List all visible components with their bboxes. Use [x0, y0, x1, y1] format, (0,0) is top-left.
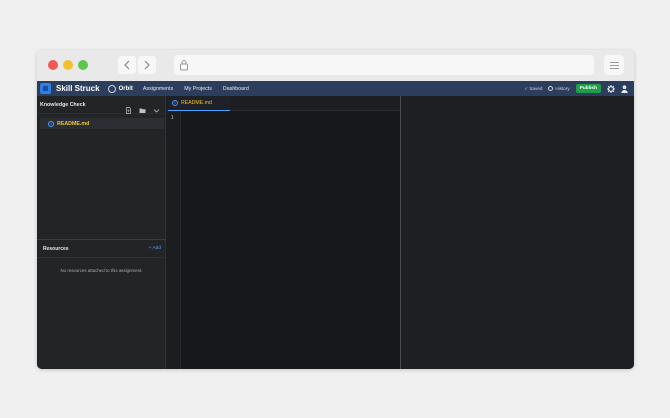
main-nav: Assignments My Projects Dashboard	[143, 86, 260, 92]
orbit-label: Orbit	[118, 85, 133, 92]
new-file-icon[interactable]	[125, 101, 132, 114]
orbit-product[interactable]: Orbit	[107, 84, 133, 93]
saved-label: Saved	[529, 85, 543, 91]
workspace: Knowledge Check i README.md Resources + …	[37, 96, 634, 369]
info-icon: i	[48, 120, 54, 127]
file-item-readme[interactable]: i README.md	[40, 118, 164, 129]
info-icon: i	[172, 100, 178, 106]
history-label: History	[555, 86, 570, 91]
file-name: README.md	[57, 120, 90, 127]
nav-assignments[interactable]: Assignments	[143, 86, 173, 92]
browser-window: Skill Struck Orbit Assignments My Projec…	[37, 50, 634, 369]
resources-empty-text: No resources attached to this assignment…	[60, 268, 143, 273]
publish-button[interactable]: Publish	[575, 84, 601, 93]
tab-label: README.md	[181, 100, 212, 106]
add-resource-button[interactable]: + Add	[149, 246, 161, 251]
skill-struck-logo-icon	[40, 83, 51, 94]
line-number: 1	[171, 115, 174, 121]
gear-icon[interactable]	[607, 84, 615, 93]
editor-tabbar: i README.md	[166, 96, 400, 111]
chevron-down-icon[interactable]	[153, 101, 160, 113]
close-window-button[interactable]	[48, 60, 58, 70]
code-editor: i README.md 1	[166, 96, 400, 369]
app-header: Skill Struck Orbit Assignments My Projec…	[37, 81, 634, 96]
resources-panel: Resources + Add No resources attached to…	[37, 239, 166, 369]
nav-dashboard[interactable]: Dashboard	[223, 86, 249, 92]
browser-menu-button[interactable]	[604, 55, 624, 75]
forward-button[interactable]	[138, 56, 156, 74]
hamburger-icon	[609, 61, 619, 69]
preview-pane	[400, 96, 634, 369]
orbit-icon	[107, 84, 116, 93]
clock-icon	[548, 86, 554, 91]
tab-readme[interactable]: i README.md	[168, 96, 230, 111]
history-button[interactable]: History	[548, 86, 570, 91]
saved-status: ✓ Saved	[524, 85, 543, 91]
browser-chrome	[37, 50, 634, 81]
file-explorer: Knowledge Check i README.md Resources + …	[37, 96, 166, 369]
new-folder-icon[interactable]	[139, 101, 146, 113]
header-actions: ✓ Saved History Publish	[524, 84, 628, 93]
line-gutter: 1	[166, 111, 181, 369]
maximize-window-button[interactable]	[78, 60, 88, 70]
resources-title: Resources	[43, 245, 69, 252]
brand-name: Skill Struck	[56, 84, 100, 93]
resources-header: Resources + Add	[37, 240, 166, 258]
explorer-header: Knowledge Check	[37, 96, 165, 114]
nav-my-projects[interactable]: My Projects	[184, 86, 212, 92]
explorer-tools	[118, 101, 160, 114]
project-title: Knowledge Check	[40, 101, 86, 108]
chevron-right-icon	[144, 60, 150, 70]
chevron-left-icon	[124, 60, 130, 70]
brand[interactable]: Skill Struck	[40, 83, 100, 94]
back-button[interactable]	[118, 56, 136, 74]
address-bar[interactable]	[174, 55, 594, 75]
user-icon[interactable]	[621, 84, 628, 93]
lock-icon	[180, 60, 188, 71]
minimize-window-button[interactable]	[63, 60, 73, 70]
